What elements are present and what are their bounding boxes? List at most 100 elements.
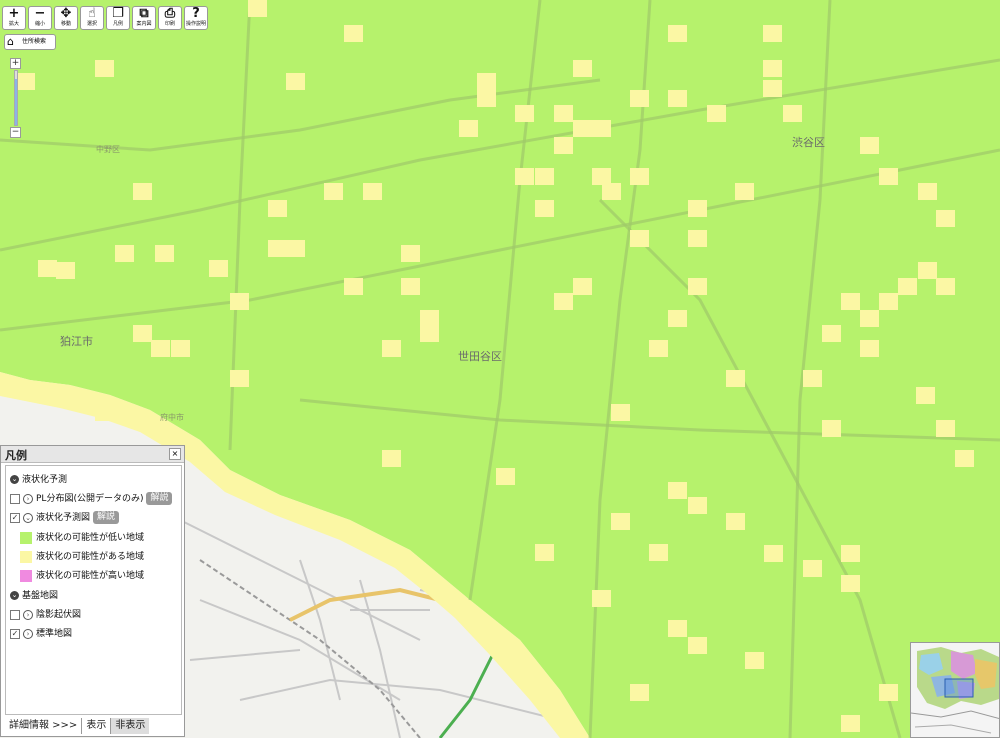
medium-risk-cell xyxy=(879,168,898,185)
legend-header[interactable]: 凡例 × xyxy=(1,446,184,463)
medium-risk-cell xyxy=(324,183,343,200)
legend-title: 凡例 xyxy=(5,449,27,462)
medium-risk-cell xyxy=(344,278,363,295)
medium-risk-cell xyxy=(630,684,649,701)
medium-risk-cell xyxy=(535,168,554,185)
expand-icon[interactable]: › xyxy=(23,628,33,639)
legend-footer: 詳細情報 >>> 表示 非表示 xyxy=(5,718,182,734)
place-label: 中野区 xyxy=(96,144,120,154)
medium-risk-cell xyxy=(611,404,630,421)
medium-risk-cell xyxy=(822,420,841,437)
prediction-explain-button[interactable]: 解説 xyxy=(93,511,120,524)
medium-risk-cell xyxy=(936,210,955,227)
medium-risk-cell xyxy=(688,230,707,247)
select-icon: ☝ xyxy=(88,6,96,21)
medium-risk-cell xyxy=(155,245,174,262)
medium-risk-cell xyxy=(459,120,478,137)
medium-risk-cell xyxy=(726,370,745,387)
place-label: 狛江市 xyxy=(60,334,93,348)
medium-risk-cell xyxy=(763,80,782,97)
medium-risk-cell xyxy=(763,25,782,42)
toolbar-button-label: 印刷 xyxy=(164,21,175,27)
medium-risk-cell xyxy=(268,240,287,257)
medium-risk-cell xyxy=(898,278,917,295)
medium-risk-cell xyxy=(668,482,687,499)
medium-risk-cell xyxy=(535,200,554,217)
print-button[interactable]: ⎙ 印刷 xyxy=(158,6,182,30)
zoom-plus-button[interactable]: + xyxy=(10,58,21,69)
medium-risk-cell xyxy=(115,245,134,262)
medium-risk-cell xyxy=(515,168,534,185)
medium-risk-cell xyxy=(630,230,649,247)
zoom-out-button[interactable]: − 縮小 xyxy=(28,6,52,30)
medium-risk-cell xyxy=(688,497,707,514)
zoom-slider[interactable]: + − xyxy=(10,58,21,138)
medium-risk-cell xyxy=(477,90,496,107)
pl-map-label: PL分布図(公開データのみ) xyxy=(36,494,144,504)
medium-risk-cell xyxy=(611,513,630,530)
show-button[interactable]: 表示 xyxy=(81,718,110,734)
medium-risk-cell xyxy=(918,183,937,200)
medium-risk-cell xyxy=(477,73,496,90)
detail-info-link[interactable]: 詳細情報 >>> xyxy=(5,718,81,734)
medium-risk-cell xyxy=(602,183,621,200)
guide-map-button[interactable]: ⧉ 案内図 xyxy=(132,6,156,30)
place-label: 渋谷区 xyxy=(792,136,825,149)
standard-map-checkbox[interactable]: ✓ xyxy=(10,628,20,639)
medium-risk-cell xyxy=(133,183,152,200)
section-basemap[interactable]: ⌄ 基盤地図 xyxy=(10,588,58,604)
relief-map-checkbox[interactable] xyxy=(10,609,20,620)
legend-body: ⌄ 液状化予測 › PL分布図(公開データのみ) 解説 ✓ ⌄ 液状化予測図 解説 液状化の… xyxy=(5,465,182,715)
medium-risk-cell xyxy=(209,260,228,277)
toolbar-button-label: 移動 xyxy=(60,21,71,27)
medium-risk-cell xyxy=(133,325,152,342)
address-search-button[interactable]: ⌂ 住所検索 xyxy=(4,34,56,50)
hide-button[interactable]: 非表示 xyxy=(110,718,150,734)
medium-risk-cell xyxy=(171,340,190,357)
medium-risk-cell xyxy=(286,240,305,257)
collapse-icon[interactable]: ⌄ xyxy=(10,591,19,600)
medium-risk-cell xyxy=(955,450,974,467)
legend-item-label: 液状化の可能性が高い地域 xyxy=(36,571,145,581)
address-search-label: 住所検索 xyxy=(22,38,47,45)
legend-item-medium: 液状化の可能性がある地域 xyxy=(20,549,144,565)
medium-risk-cell xyxy=(936,420,955,437)
zoom-track[interactable] xyxy=(14,70,18,126)
close-icon[interactable]: × xyxy=(169,448,181,460)
zoom-level-fill xyxy=(15,79,17,125)
medium-risk-cell xyxy=(382,340,401,357)
medium-risk-cell xyxy=(420,310,439,327)
medium-risk-cell xyxy=(726,513,745,530)
medium-risk-cell xyxy=(230,370,249,387)
medium-risk-cell xyxy=(735,183,754,200)
legend-panel: 凡例 × ⌄ 液状化予測 › PL分布図(公開データのみ) 解説 ✓ ⌄ 液状化予測図 解説… xyxy=(0,445,185,737)
zoom-in-button[interactable]: + 拡大 xyxy=(2,6,26,30)
legend-button[interactable]: ❐ 凡例 xyxy=(106,6,130,30)
prediction-map-checkbox[interactable]: ✓ xyxy=(10,512,20,523)
expand-icon[interactable]: › xyxy=(23,609,33,620)
help-button[interactable]: ? 操作説明 xyxy=(184,6,208,30)
standard-map-label: 標準地図 xyxy=(36,629,73,639)
relief-map-row: › 陰影起伏図 xyxy=(10,607,81,623)
legend-icon: ❐ xyxy=(112,6,124,21)
prediction-map-label: 液状化予測図 xyxy=(36,513,91,523)
expand-icon[interactable]: › xyxy=(23,493,33,504)
pan-button[interactable]: ✥ 移動 xyxy=(54,6,78,30)
zoom-minus-button[interactable]: − xyxy=(10,127,21,138)
medium-risk-cell xyxy=(841,545,860,562)
medium-risk-cell xyxy=(56,262,75,279)
overview-map[interactable] xyxy=(910,642,1000,738)
select-button[interactable]: ☝ 選択 xyxy=(80,6,104,30)
pl-explain-button[interactable]: 解説 xyxy=(146,492,173,505)
medium-risk-cell xyxy=(668,310,687,327)
medium-risk-cell xyxy=(496,468,515,485)
toolbar-button-label: 操作説明 xyxy=(185,21,206,27)
pl-map-checkbox[interactable] xyxy=(10,493,20,504)
legend-item-label: 液状化の可能性がある地域 xyxy=(36,552,145,562)
medium-risk-cell xyxy=(668,90,687,107)
section-liquefaction[interactable]: ⌄ 液状化予測 xyxy=(10,472,67,488)
medium-risk-cell xyxy=(630,168,649,185)
collapse-icon[interactable]: ⌄ xyxy=(23,512,33,523)
help-icon: ? xyxy=(192,6,200,21)
collapse-icon[interactable]: ⌄ xyxy=(10,475,19,484)
